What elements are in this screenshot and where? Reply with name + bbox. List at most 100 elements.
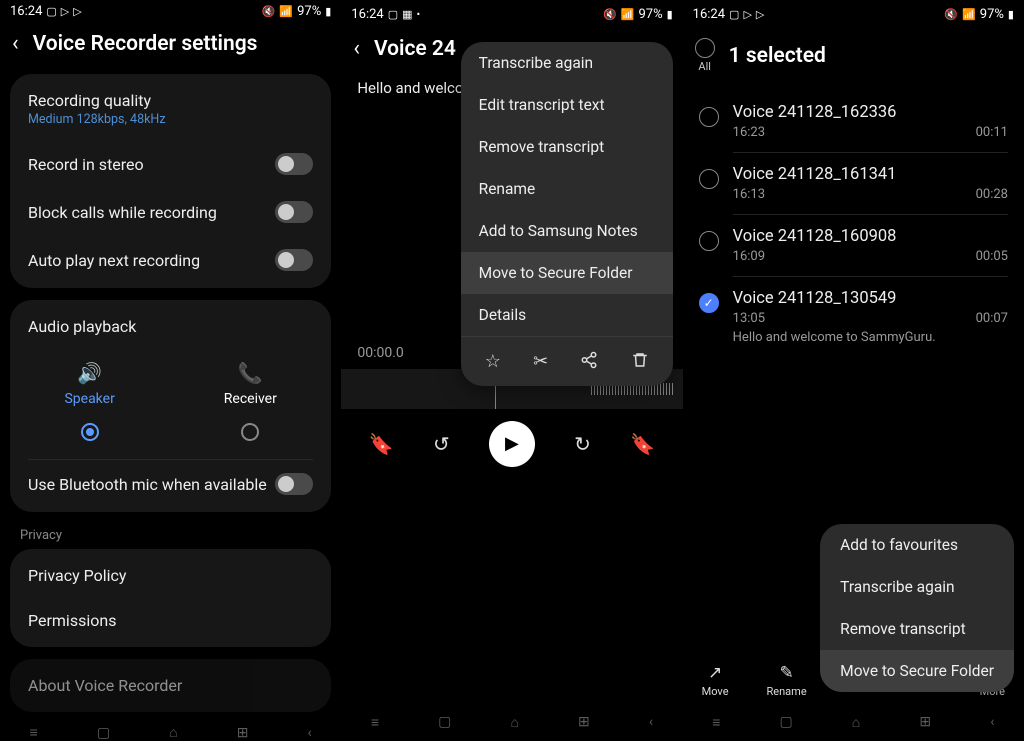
nav-home-icon[interactable]: ⌂ xyxy=(169,724,177,741)
mute-icon: 🔇 xyxy=(944,8,958,21)
autoplay-toggle[interactable] xyxy=(275,249,313,271)
status-time: 16:24 xyxy=(10,4,42,19)
back-icon[interactable]: ‹ xyxy=(353,36,360,61)
about-card: About Voice Recorder xyxy=(10,659,331,712)
block-toggle[interactable] xyxy=(275,201,313,223)
receiver-radio[interactable] xyxy=(241,423,259,441)
item-checkbox[interactable] xyxy=(699,107,719,127)
list-panel: 16:24 ▢ ▷ ▷ 🔇 📶 97% ▮ All 1 selected Voi… xyxy=(683,0,1024,740)
rq-value: Medium 128kbps, 48kHz xyxy=(28,112,166,127)
about-row[interactable]: About Voice Recorder xyxy=(10,663,331,708)
list-item[interactable]: ✓ Voice 241128_130549 13:05 00:07 Hello … xyxy=(683,277,1024,357)
nav-back-icon[interactable]: ‹ xyxy=(990,714,994,730)
nav-apps-icon[interactable]: ▢ xyxy=(779,714,792,730)
stereo-label: Record in stereo xyxy=(28,155,144,174)
item-checkbox[interactable] xyxy=(699,169,719,189)
move-button[interactable]: ↗ Move xyxy=(702,663,729,698)
stereo-toggle[interactable] xyxy=(275,153,313,175)
recording-time: 13:05 xyxy=(733,311,765,326)
menu-remove-transcript[interactable]: Remove transcript xyxy=(461,126,673,168)
clip-icon[interactable]: 🔖 xyxy=(630,432,655,456)
dot-icon: • xyxy=(417,8,421,21)
recording-duration: 00:11 xyxy=(976,125,1008,140)
rename-button[interactable]: ✎ Rename xyxy=(767,663,807,698)
receiver-icon: 📞 xyxy=(238,361,263,385)
share-icon[interactable] xyxy=(580,351,598,372)
autoplay-label: Auto play next recording xyxy=(28,251,200,270)
select-all[interactable]: All xyxy=(695,38,715,73)
nav-grid-icon[interactable]: ⊞ xyxy=(237,725,249,741)
nav-grid-icon[interactable]: ⊞ xyxy=(919,714,931,730)
settings-panel: 16:24 ▢ ▷ ▷ 🔇 📶 97% ▮ ‹ Voice Recorder s… xyxy=(0,0,341,740)
nav-bar: ≡ ▢ ⌂ ⊞ ‹ xyxy=(341,704,682,740)
nav-back-icon[interactable]: ‹ xyxy=(649,714,653,730)
menu-edit-transcript[interactable]: Edit transcript text xyxy=(461,84,673,126)
stereo-row[interactable]: Record in stereo xyxy=(10,140,331,188)
back-icon[interactable]: ‹ xyxy=(12,31,19,56)
block-calls-row[interactable]: Block calls while recording xyxy=(10,188,331,236)
favorite-icon[interactable]: ☆ xyxy=(485,351,501,372)
player-controls: 🔖 ↺ ▶ ↻ 🔖 xyxy=(341,409,682,479)
speaker-radio[interactable] xyxy=(81,423,99,441)
speaker-option[interactable]: 🔊 Speaker xyxy=(64,361,114,441)
menu-favourites[interactable]: Add to favourites xyxy=(820,524,1014,566)
rewind-icon[interactable]: ↺ xyxy=(433,432,450,456)
permissions-row[interactable]: Permissions xyxy=(10,598,331,643)
bt-toggle[interactable] xyxy=(275,473,313,495)
nav-home-icon[interactable]: ⌂ xyxy=(510,714,518,731)
battery-icon: ▮ xyxy=(1008,8,1014,21)
battery-text: 97% xyxy=(297,4,321,19)
cut-icon[interactable]: ✂ xyxy=(533,351,548,372)
item-checkbox[interactable] xyxy=(699,231,719,251)
status-bar: 16:24 ▢ ▦ • 🔇 📶 97% ▮ xyxy=(341,0,682,28)
menu-move-secure[interactable]: Move to Secure Folder xyxy=(461,252,673,294)
nav-apps-icon[interactable]: ▢ xyxy=(97,725,110,741)
nav-home-icon[interactable]: ⌂ xyxy=(852,714,860,731)
recording-duration: 00:28 xyxy=(976,187,1008,202)
privacy-card: Privacy Policy Permissions xyxy=(10,549,331,647)
menu-remove-transcript[interactable]: Remove transcript xyxy=(820,608,1014,650)
privacy-policy-row[interactable]: Privacy Policy xyxy=(10,553,331,598)
recording-name: Voice 241128_160908 xyxy=(733,227,1008,246)
battery-icon: ▮ xyxy=(667,8,673,21)
item-checkbox[interactable]: ✓ xyxy=(699,293,719,313)
menu-transcribe-again[interactable]: Transcribe again xyxy=(461,42,673,84)
rename-icon: ✎ xyxy=(779,663,793,683)
select-all-checkbox[interactable] xyxy=(695,38,715,58)
nav-recents-icon[interactable]: ≡ xyxy=(371,714,379,731)
mute-icon: 🔇 xyxy=(262,5,276,18)
recording-name: Voice 241128_161341 xyxy=(733,165,1008,184)
nav-recents-icon[interactable]: ≡ xyxy=(712,714,720,731)
autoplay-row[interactable]: Auto play next recording xyxy=(10,236,331,284)
play-button[interactable]: ▶ xyxy=(489,421,535,467)
menu-icon-row: ☆ ✂ xyxy=(461,336,673,386)
forward-icon[interactable]: ↻ xyxy=(574,432,591,456)
block-label: Block calls while recording xyxy=(28,203,217,222)
menu-rename[interactable]: Rename xyxy=(461,168,673,210)
wifi-icon: 📶 xyxy=(621,8,635,21)
menu-transcribe-again[interactable]: Transcribe again xyxy=(820,566,1014,608)
nav-apps-icon[interactable]: ▢ xyxy=(438,714,451,730)
recording-name: Voice 241128_130549 xyxy=(733,289,1008,308)
rq-label: Recording quality xyxy=(28,91,166,110)
nav-recents-icon[interactable]: ≡ xyxy=(30,724,38,741)
menu-add-notes[interactable]: Add to Samsung Notes xyxy=(461,210,673,252)
list-item[interactable]: Voice 241128_161341 16:13 00:28 xyxy=(683,153,1024,214)
list-item[interactable]: Voice 241128_162336 16:23 00:11 xyxy=(683,91,1024,152)
list-item[interactable]: Voice 241128_160908 16:09 00:05 xyxy=(683,215,1024,276)
nav-grid-icon[interactable]: ⊞ xyxy=(578,714,590,730)
battery-text: 97% xyxy=(980,7,1004,22)
delete-icon[interactable] xyxy=(631,351,649,372)
nav-back-icon[interactable]: ‹ xyxy=(308,725,312,741)
mute-icon: 🔇 xyxy=(603,8,617,21)
privacy-section-label: Privacy xyxy=(0,524,341,549)
audio-playback-header: Audio playback xyxy=(10,304,331,349)
menu-move-secure[interactable]: Move to Secure Folder xyxy=(820,650,1014,692)
bluetooth-mic-row[interactable]: Use Bluetooth mic when available xyxy=(10,460,331,508)
receiver-option[interactable]: 📞 Receiver xyxy=(224,361,277,441)
menu-details[interactable]: Details xyxy=(461,294,673,336)
bookmark-icon[interactable]: 🔖 xyxy=(369,432,394,456)
move-icon: ↗ xyxy=(708,663,722,683)
recording-time: 16:09 xyxy=(733,249,765,264)
recording-quality-row[interactable]: Recording quality Medium 128kbps, 48kHz xyxy=(10,78,331,140)
